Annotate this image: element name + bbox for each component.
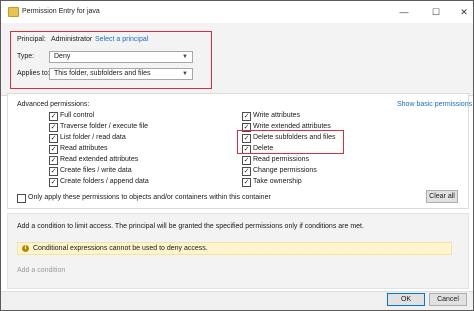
only-apply-label: Only apply these permissions to objects …: [28, 194, 271, 201]
checkbox-check-icon[interactable]: ✓: [242, 178, 251, 187]
permission-label: List folder / read data: [60, 134, 126, 141]
permission-label: Write attributes: [253, 112, 300, 119]
principal-label: Principal:: [17, 36, 46, 43]
maximize-button[interactable]: ☐: [428, 5, 444, 19]
checkbox-check-icon[interactable]: ✓: [49, 112, 58, 121]
clear-all-button[interactable]: Clear all: [426, 190, 458, 203]
type-dropdown-value: Deny: [54, 53, 71, 60]
highlight-box-delete: [237, 130, 344, 154]
close-button[interactable]: ✕: [456, 5, 472, 19]
info-icon: i: [22, 245, 29, 252]
permission-label: Full control: [60, 112, 95, 119]
folder-icon: [8, 7, 19, 17]
checkbox-empty-icon[interactable]: [17, 194, 26, 203]
cancel-button[interactable]: Cancel: [429, 293, 467, 306]
chevron-down-icon: ▼: [182, 54, 188, 60]
permission-label: Create folders / append data: [60, 178, 149, 185]
checkbox-check-icon[interactable]: ✓: [49, 167, 58, 176]
permission-label: Create files / write data: [60, 167, 132, 174]
permission-label: Change permissions: [253, 167, 317, 174]
show-basic-permissions-link[interactable]: Show basic permissions: [397, 101, 472, 108]
type-label: Type:: [17, 53, 35, 60]
checkbox-check-icon[interactable]: ✓: [49, 145, 58, 154]
window-title: Permission Entry for java: [22, 8, 100, 15]
warning-banner: i Conditional expressions cannot be used…: [17, 242, 452, 255]
title-bar: Permission Entry for java — ☐ ✕: [1, 1, 473, 23]
checkbox-check-icon[interactable]: ✓: [49, 123, 58, 132]
permission-label: Take ownership: [253, 178, 302, 185]
permission-label: Traverse folder / execute file: [60, 123, 149, 130]
ok-button[interactable]: OK: [387, 293, 425, 306]
warning-text: Conditional expressions cannot be used t…: [33, 245, 208, 252]
principal-value: Administrator: [51, 36, 93, 43]
checkbox-check-icon[interactable]: ✓: [49, 134, 58, 143]
applies-to-dropdown-value: This folder, subfolders and files: [54, 70, 151, 77]
checkbox-check-icon[interactable]: ✓: [242, 156, 251, 165]
select-principal-link[interactable]: Select a principal: [95, 36, 148, 43]
permission-entry-window: Permission Entry for java — ☐ ✕ Principa…: [0, 0, 474, 311]
checkbox-check-icon[interactable]: ✓: [49, 156, 58, 165]
checkbox-check-icon[interactable]: ✓: [242, 112, 251, 121]
checkbox-check-icon[interactable]: ✓: [242, 167, 251, 176]
permission-label: Read attributes: [60, 145, 108, 152]
advanced-permissions-heading: Advanced permissions:: [17, 101, 90, 108]
type-dropdown[interactable]: Deny ▼: [49, 51, 193, 63]
checkbox-check-icon[interactable]: ✓: [49, 178, 58, 187]
conditions-description: Add a condition to limit access. The pri…: [17, 223, 364, 230]
permission-label: Read extended attributes: [60, 156, 139, 163]
minimize-button[interactable]: —: [396, 5, 412, 19]
permission-label: Read permissions: [253, 156, 310, 163]
applies-to-dropdown[interactable]: This folder, subfolders and files ▼: [49, 68, 193, 80]
applies-to-label: Applies to:: [17, 70, 50, 77]
add-condition-link[interactable]: Add a condition: [17, 267, 65, 274]
chevron-down-icon: ▼: [182, 71, 188, 77]
